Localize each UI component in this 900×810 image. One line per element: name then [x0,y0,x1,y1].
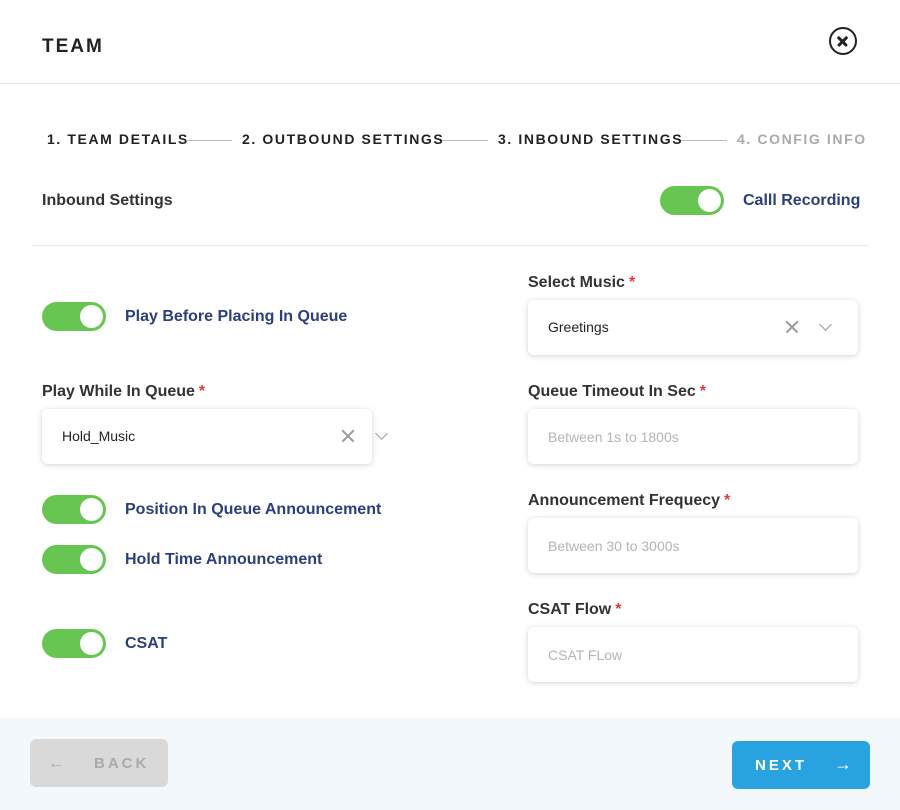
required-marker: * [615,601,622,618]
field-label-text: CSAT Flow [528,601,612,618]
csat-label: CSAT [125,635,168,652]
toggle-knob [80,632,103,655]
back-button-label: BACK [94,755,150,772]
announcement-frequency-label: Announcement Frequecy * [528,492,730,510]
select-value: Hold_Music [62,428,136,444]
select-music-select[interactable]: Greetings [528,300,858,355]
toggle-knob [80,548,103,571]
queue-timeout-label: Queue Timeout In Sec * [528,383,706,401]
announcement-frequency-field [528,518,858,573]
stepper: 1. TEAM DETAILS 2. OUTBOUND SETTINGS 3. … [0,131,900,151]
next-button-label: NEXT [755,757,808,774]
play-before-queue-toggle[interactable] [42,302,106,331]
section-title: Inbound Settings [42,192,173,209]
next-button[interactable]: NEXT → [732,741,870,789]
close-icon[interactable] [829,27,857,55]
required-marker: * [699,383,706,400]
chevron-down-icon[interactable] [375,427,388,440]
step-connector [442,140,488,141]
step-config-info[interactable]: 4. CONFIG INFO [737,131,867,147]
toggle-knob [80,498,103,521]
queue-timeout-input[interactable] [528,409,858,464]
arrow-left-icon: ← [48,755,64,772]
csat-flow-field [528,627,858,682]
play-while-queue-select[interactable]: Hold_Music [42,409,388,464]
clear-icon[interactable] [340,428,356,444]
step-connector [186,140,232,141]
select-value: Greetings [548,319,609,335]
call-recording-label: Calll Recording [743,192,861,209]
play-while-queue-label: Play While In Queue * [42,383,205,401]
back-button[interactable]: ← BACK [30,739,168,787]
field-label-text: Queue Timeout In Sec [528,383,696,400]
announcement-frequency-input[interactable] [528,518,858,573]
hold-time-announcement-label: Hold Time Announcement [125,551,323,568]
field-label-text: Play While In Queue [42,383,195,400]
queue-timeout-field [528,409,858,464]
divider [32,245,868,246]
play-before-queue-label: Play Before Placing In Queue [125,308,348,325]
step-inbound-settings[interactable]: 3. INBOUND SETTINGS [498,131,683,147]
clear-icon[interactable] [784,319,800,335]
field-label-text: Select Music [528,274,625,291]
chevron-down-icon[interactable] [819,318,832,331]
toggle-knob [698,189,721,212]
required-marker: * [628,274,636,291]
position-announcement-toggle[interactable] [42,495,106,524]
position-announcement-label: Position In Queue Announcement [125,501,382,518]
arrow-right-icon: → [834,754,852,774]
step-connector [681,140,727,141]
select-music-label: Select Music * [528,274,635,292]
modal-title: TEAM [42,36,104,57]
modal-header: TEAM [0,0,900,84]
field-label-text: Announcement Frequecy [528,492,721,509]
toggle-knob [80,305,103,328]
step-outbound-settings[interactable]: 2. OUTBOUND SETTINGS [242,131,444,147]
csat-toggle[interactable] [42,629,106,658]
modal-footer: ← BACK NEXT → [0,718,900,810]
csat-flow-input[interactable] [528,627,858,682]
step-team-details[interactable]: 1. TEAM DETAILS [47,131,189,147]
required-marker: * [198,383,206,400]
hold-time-announcement-toggle[interactable] [42,545,106,574]
call-recording-toggle[interactable] [660,186,724,215]
csat-flow-label: CSAT Flow * [528,601,621,619]
required-marker: * [724,492,731,509]
